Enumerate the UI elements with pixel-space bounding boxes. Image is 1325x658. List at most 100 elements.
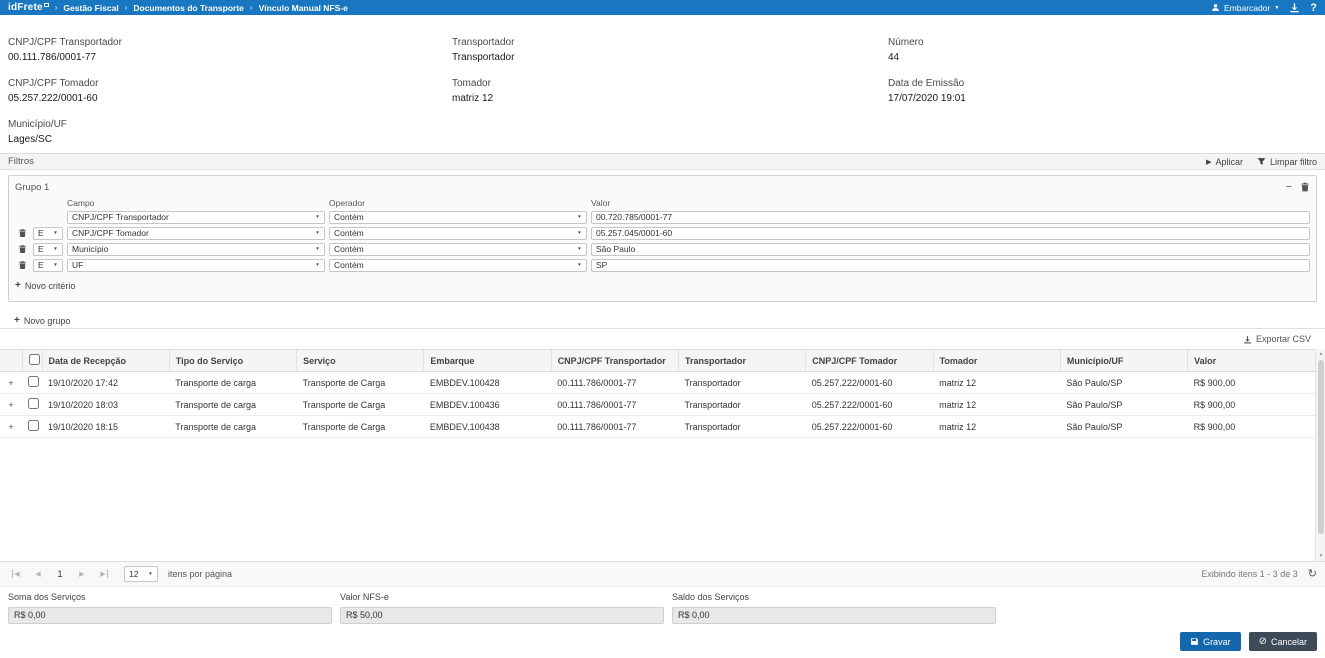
last-page-button[interactable]: ▶ (96, 566, 112, 582)
chevron-down-icon: ▼ (315, 230, 320, 235)
row-checkbox[interactable] (28, 398, 39, 409)
table-cell: 19/10/2020 17:42 (42, 372, 169, 394)
column-label-operador: Operador (329, 198, 587, 208)
expand-row-button[interactable]: + (0, 416, 22, 438)
previous-page-button[interactable]: ◀ (30, 566, 46, 582)
column-header-embarque[interactable]: Embarque (424, 350, 551, 372)
saldo-servicos-input[interactable] (672, 607, 996, 624)
vertical-scrollbar[interactable]: ▲ ▼ (1315, 349, 1325, 561)
column-header-cnpj-tomador[interactable]: CNPJ/CPF Tomador (806, 350, 933, 372)
row-checkbox[interactable] (28, 376, 39, 387)
scroll-down-icon[interactable]: ▼ (1316, 551, 1325, 561)
first-page-button[interactable]: ◀ (8, 566, 24, 582)
scroll-up-icon[interactable]: ▲ (1316, 349, 1325, 359)
column-header-tomador[interactable]: Tomador (933, 350, 1060, 372)
refresh-icon[interactable]: ↻ (1308, 569, 1317, 579)
profile-menu[interactable]: Embarcador ▼ (1211, 3, 1279, 13)
criterion-field-select[interactable]: UF▼ (67, 259, 325, 272)
criterion-value-input[interactable] (591, 259, 1310, 272)
table-cell: Transporte de carga (169, 394, 296, 416)
criterion-connector-select[interactable]: E▼ (33, 227, 63, 240)
download-button[interactable] (1289, 2, 1300, 13)
criterion-operator-select[interactable]: Contém▼ (329, 243, 587, 256)
delete-criterion-button[interactable] (15, 260, 29, 270)
soma-servicos-input[interactable] (8, 607, 332, 624)
table-cell: matriz 12 (933, 416, 1060, 438)
chevron-down-icon: ▼ (315, 214, 320, 219)
delete-criterion-button[interactable] (15, 228, 29, 238)
field-value: 17/07/2020 19:01 (888, 93, 1317, 104)
breadcrumb-item-vinculo-manual-nfse[interactable]: Vínculo Manual NFS-e (259, 3, 348, 13)
column-header-municipio-uf[interactable]: Município/UF (1060, 350, 1187, 372)
column-header-tipo-do-servico[interactable]: Tipo do Serviço (169, 350, 296, 372)
chevron-down-icon: ▼ (577, 246, 582, 251)
expand-row-button[interactable]: + (0, 372, 22, 394)
table-cell: 05.257.222/0001-60 (806, 416, 933, 438)
select-all-checkbox[interactable] (29, 354, 40, 365)
field-data-emissao: Data de Emissão 17/07/2020 19:01 (888, 78, 1317, 104)
row-select-cell (22, 372, 42, 394)
chevron-down-icon: ▼ (1274, 5, 1279, 11)
page-number-1[interactable]: 1 (52, 566, 68, 582)
chevron-down-icon: ▼ (577, 262, 582, 267)
export-csv-button[interactable]: Exportar CSV (1243, 334, 1311, 344)
filter-group-title: Grupo 1 (15, 182, 49, 193)
criterion-operator-select[interactable]: Contém▼ (329, 259, 587, 272)
valor-nfse-input[interactable] (340, 607, 664, 624)
delete-criterion-button[interactable] (15, 244, 29, 254)
field-cnpj-transportador: CNPJ/CPF Transportador 00.111.786/0001-7… (8, 37, 452, 63)
table-cell: R$ 900,00 (1188, 416, 1315, 438)
criterion-connector-select[interactable]: E▼ (33, 259, 63, 272)
funnel-icon (1257, 157, 1266, 166)
table-cell: 00.111.786/0001-77 (551, 416, 678, 438)
person-icon (1211, 3, 1220, 12)
summary-soma-servicos: Soma dos Serviços (8, 592, 332, 625)
page-size-select[interactable]: 12 ▼ (124, 566, 158, 582)
column-header-valor[interactable]: Valor (1188, 350, 1315, 372)
column-header-transportador[interactable]: Transportador (678, 350, 805, 372)
next-page-button[interactable]: ▶ (74, 566, 90, 582)
criterion-field-select[interactable]: Município▼ (67, 243, 325, 256)
apply-filter-button[interactable]: ▶ Aplicar (1206, 157, 1243, 167)
table-cell: 19/10/2020 18:03 (42, 394, 169, 416)
field-label: Número (888, 37, 1317, 48)
field-transportador: Transportador Transportador (452, 37, 888, 63)
previous-page-icon: ◀ (35, 570, 40, 578)
field-label: CNPJ/CPF Transportador (8, 37, 452, 48)
criterion-operator-select[interactable]: Contém▼ (329, 211, 587, 224)
column-header-data-de-recepcao[interactable]: Data de Recepção (42, 350, 169, 372)
criterion-operator-select[interactable]: Contém▼ (329, 227, 587, 240)
scrollbar-thumb[interactable] (1318, 360, 1324, 534)
new-criterion-button[interactable]: + Novo critério (15, 280, 75, 291)
field-value: Lages/SC (8, 134, 452, 145)
table-cell: Transportador (678, 394, 805, 416)
criterion-connector-select[interactable]: E▼ (33, 243, 63, 256)
table-cell: EMBDEV.100436 (424, 394, 551, 416)
collapse-group-button[interactable]: − (1286, 182, 1292, 192)
help-button[interactable]: ? (1310, 2, 1317, 14)
column-header-servico[interactable]: Serviço (297, 350, 424, 372)
table-cell: São Paulo/SP (1060, 416, 1187, 438)
column-header-cnpj-transportador[interactable]: CNPJ/CPF Transportador (551, 350, 678, 372)
cancel-button[interactable]: ⊘ Cancelar (1249, 632, 1317, 651)
table-cell: Transporte de Carga (297, 394, 424, 416)
criterion-field-select[interactable]: CNPJ/CPF Tomador▼ (67, 227, 325, 240)
expand-row-button[interactable]: + (0, 394, 22, 416)
plus-icon: + (15, 280, 21, 291)
breadcrumb-item-documentos-do-transporte[interactable]: Documentos do Transporte (133, 3, 244, 13)
apply-filter-label: Aplicar (1215, 157, 1243, 167)
chevron-down-icon: ▼ (577, 230, 582, 235)
chevron-down-icon: ▼ (315, 262, 320, 267)
summary-bar: Soma dos Serviços Valor NFS-e Saldo dos … (0, 586, 1325, 625)
criterion-value-input[interactable] (591, 243, 1310, 256)
save-button[interactable]: Gravar (1180, 632, 1241, 651)
clear-filter-button[interactable]: Limpar filtro (1257, 157, 1317, 167)
new-group-button[interactable]: + Novo grupo (14, 315, 70, 326)
delete-group-button[interactable] (1300, 182, 1310, 192)
breadcrumb-item-gestao-fiscal[interactable]: Gestão Fiscal (63, 3, 118, 13)
criterion-value-input[interactable] (591, 211, 1310, 224)
row-checkbox[interactable] (28, 420, 39, 431)
criterion-field-select[interactable]: CNPJ/CPF Transportador▼ (67, 211, 325, 224)
criterion-value-input[interactable] (591, 227, 1310, 240)
app-logo[interactable]: idFrete (8, 2, 49, 13)
